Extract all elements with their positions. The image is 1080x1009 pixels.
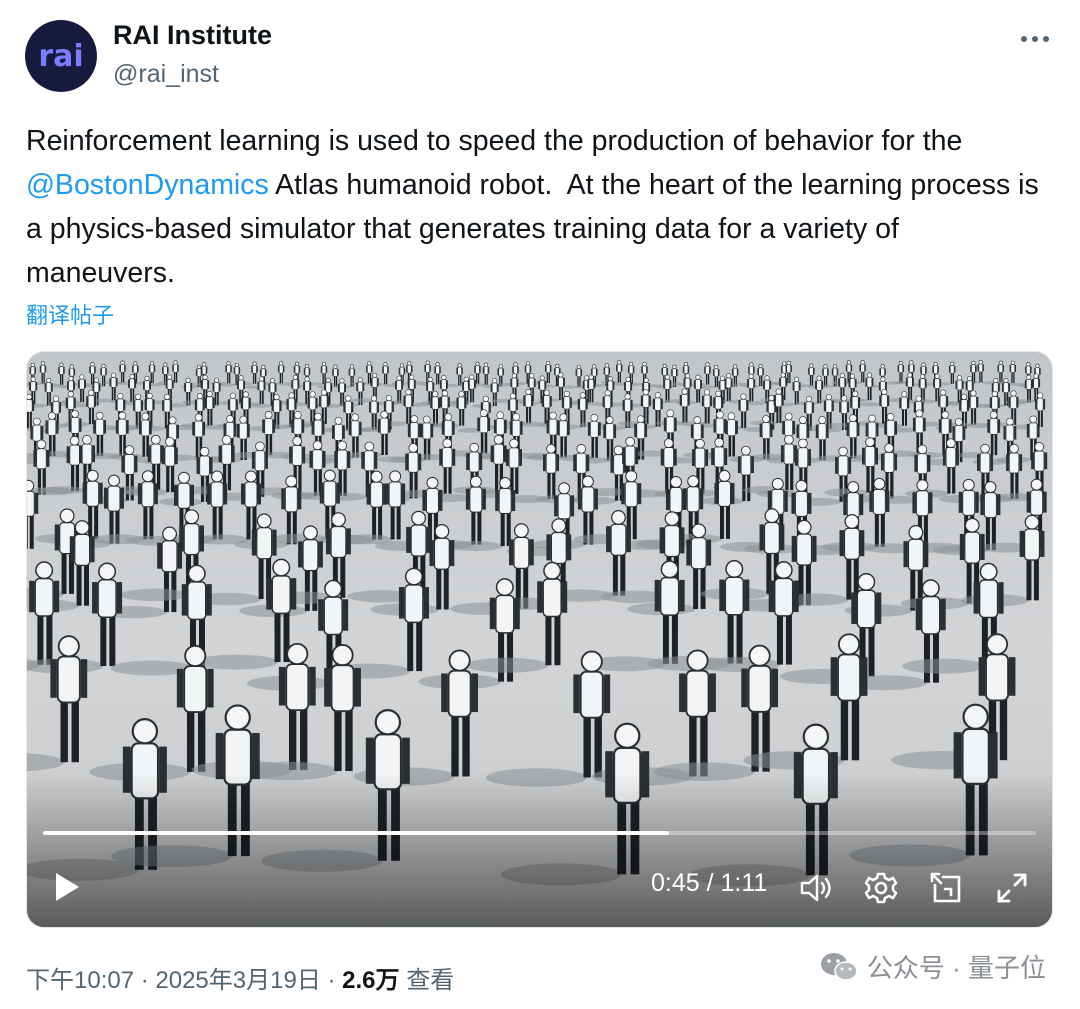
duration: 1:11	[720, 869, 768, 897]
video-frame	[27, 352, 1052, 927]
fullscreen-button[interactable]	[993, 869, 1031, 907]
settings-gear-icon	[864, 872, 898, 904]
settings-button[interactable]	[862, 869, 900, 907]
watermark: 公众号 · 量子位	[819, 948, 1046, 985]
volume-button[interactable]	[797, 870, 837, 906]
tweet-text: Reinforcement learning is used to speed …	[26, 119, 1046, 295]
post-date[interactable]: 2025年3月19日	[155, 960, 320, 995]
views-label: 查看	[399, 967, 455, 994]
author-name[interactable]: RAI Institute	[113, 20, 272, 51]
video-progress-fill	[43, 831, 669, 835]
more-options-button[interactable]	[1018, 22, 1052, 56]
svg-text:rai: rai	[38, 39, 83, 74]
video-player[interactable]: 0:45 / 1:11	[26, 351, 1053, 928]
translate-post-link[interactable]: 翻译帖子	[26, 298, 114, 330]
picture-in-picture-icon	[930, 872, 961, 903]
volume-icon	[800, 874, 831, 902]
post-time[interactable]: 下午10:07	[26, 960, 134, 995]
fullscreen-icon	[997, 873, 1027, 903]
views-count: 2.6万	[342, 967, 400, 994]
wechat-icon	[820, 952, 858, 981]
video-progress-bar[interactable]	[43, 831, 1036, 835]
current-time: 0:45	[651, 869, 700, 897]
play-icon	[56, 873, 79, 901]
picture-in-picture-button[interactable]	[927, 869, 965, 907]
video-time: 0:45 / 1:11	[651, 869, 768, 897]
mention-link[interactable]: @BostonDynamics	[26, 169, 269, 201]
post-metadata: 下午10:07 · 2025年3月19日 · 2.6万 查看	[26, 960, 454, 995]
avatar[interactable]: rai	[25, 20, 97, 92]
rai-logo: rai	[38, 39, 83, 74]
author-handle[interactable]: @rai_inst	[113, 60, 219, 89]
play-button[interactable]	[47, 867, 87, 907]
watermark-text: 公众号 · 量子位	[866, 953, 1046, 983]
tweet-text-start: Reinforcement learning is used to speed …	[26, 125, 971, 157]
more-horizontal-icon	[1021, 36, 1049, 42]
